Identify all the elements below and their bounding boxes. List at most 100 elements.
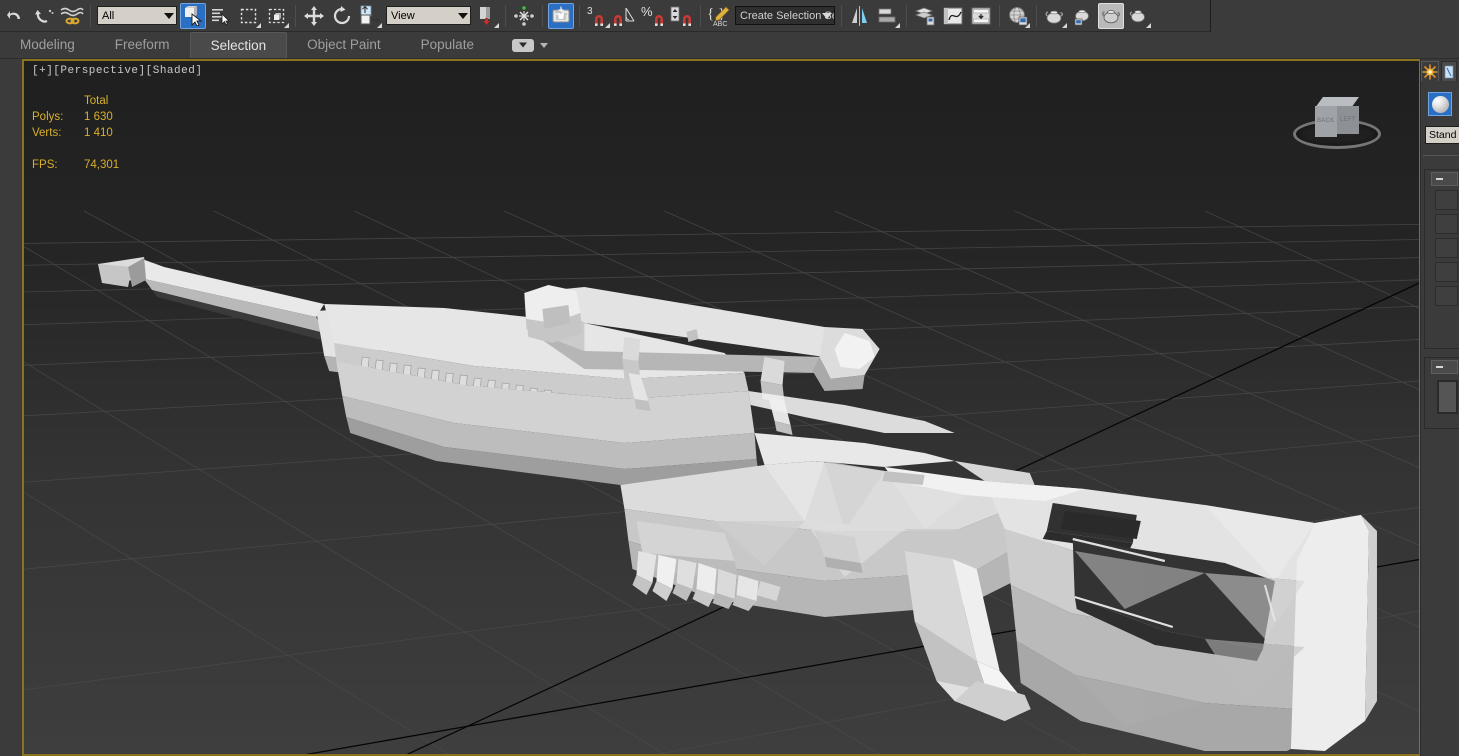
geometry-sphere-button[interactable] bbox=[1428, 92, 1452, 116]
name-field[interactable] bbox=[1437, 380, 1458, 414]
view-cube[interactable]: BACK LEFT bbox=[1289, 91, 1385, 163]
select-and-rotate-button[interactable] bbox=[329, 3, 355, 29]
view-cube-body[interactable]: BACK LEFT bbox=[1315, 97, 1359, 137]
name-and-color-rollout-header[interactable] bbox=[1431, 360, 1458, 374]
chevron-down-icon bbox=[458, 12, 468, 19]
curve-editor-button[interactable] bbox=[940, 3, 966, 29]
modify-tab[interactable] bbox=[1441, 61, 1457, 81]
rectangle-marquee-icon bbox=[240, 8, 257, 23]
tab-object-paint[interactable]: Object Paint bbox=[287, 32, 401, 58]
snaps-toggle-button[interactable]: 3 bbox=[585, 3, 611, 29]
tab-modeling[interactable]: Modeling bbox=[0, 32, 95, 58]
align-button[interactable] bbox=[875, 3, 901, 29]
undo-arrow-icon bbox=[7, 10, 20, 19]
view-cube-left-label: LEFT bbox=[1340, 117, 1356, 123]
stats-fps-label: FPS: bbox=[32, 159, 58, 171]
viewport-canvas[interactable]: [+][Perspective][Shaded] Total Polys: 1 … bbox=[24, 61, 1419, 754]
render-production-button[interactable] bbox=[1098, 2, 1124, 29]
tab-freeform[interactable]: Freeform bbox=[95, 32, 190, 58]
select-and-move-button[interactable] bbox=[301, 3, 327, 29]
reference-coordinate-system-combo[interactable]: View bbox=[386, 6, 471, 25]
collapse-minus-icon[interactable] bbox=[1436, 366, 1443, 368]
object-type-button-4[interactable] bbox=[1435, 262, 1458, 282]
toolbar-separator bbox=[579, 4, 580, 27]
ribbon-minimize-icon[interactable] bbox=[511, 38, 534, 52]
move-arrows-icon bbox=[304, 5, 324, 26]
select-cursor-icon bbox=[185, 5, 203, 26]
material-editor-button[interactable] bbox=[1005, 3, 1031, 29]
chevron-down-icon bbox=[164, 12, 174, 19]
layer-manager-button[interactable] bbox=[912, 3, 938, 29]
name-and-color-rollout[interactable] bbox=[1424, 357, 1459, 429]
folder-bulb-icon bbox=[552, 6, 570, 22]
tab-selection[interactable]: Selection bbox=[189, 32, 288, 58]
rendered-frame-window-button[interactable] bbox=[1070, 3, 1096, 29]
active-viewport[interactable]: [+][Perspective][Shaded] Total Polys: 1 … bbox=[22, 59, 1420, 756]
object-type-button-1[interactable] bbox=[1435, 190, 1458, 210]
selection-filter-combo[interactable]: All bbox=[97, 6, 177, 25]
viewport-label[interactable]: [+][Perspective][Shaded] bbox=[32, 65, 202, 77]
render-iterative-button[interactable] bbox=[1126, 3, 1152, 29]
named-selection-abc-icon: { } ABC bbox=[707, 6, 730, 27]
redo-button[interactable] bbox=[31, 3, 57, 29]
object-category-dropdown[interactable]: Stand bbox=[1425, 126, 1459, 144]
application-window: All View 3 % {ABC Create Selection Se M… bbox=[0, 0, 1459, 756]
rectangular-selection-region-button[interactable] bbox=[236, 3, 262, 29]
create-star-icon bbox=[1422, 64, 1438, 79]
window-crossing-icon bbox=[268, 8, 285, 23]
stats-fps-value: 74,301 bbox=[84, 159, 120, 171]
spinner-snap-toggle[interactable] bbox=[669, 3, 695, 29]
render-setup-button[interactable] bbox=[1042, 3, 1068, 29]
spinner-snap-magnet-icon bbox=[670, 6, 691, 26]
view-cube-left-face[interactable]: LEFT bbox=[1337, 106, 1359, 134]
schematic-view-button[interactable] bbox=[968, 3, 994, 29]
undo-button[interactable] bbox=[3, 3, 29, 29]
toolbar-separator bbox=[1036, 4, 1037, 27]
toolbar-separator bbox=[505, 4, 506, 27]
object-type-rollout-header[interactable] bbox=[1431, 172, 1458, 186]
object-type-button-3[interactable] bbox=[1435, 238, 1458, 258]
command-panel-divider bbox=[1423, 155, 1458, 156]
tab-populate[interactable]: Populate bbox=[401, 32, 494, 58]
select-by-name-button[interactable] bbox=[208, 3, 234, 29]
object-type-button-2[interactable] bbox=[1435, 214, 1458, 234]
stats-verts-value: 1 410 bbox=[84, 127, 113, 139]
low-poly-sniper-rifle-model[interactable] bbox=[24, 61, 1419, 754]
viewport-statistics: Total Polys: 1 630 Verts: 1 410 FPS: 74,… bbox=[32, 93, 125, 173]
teapot-iterative-icon bbox=[1129, 9, 1145, 22]
svg-text:ABC: ABC bbox=[713, 21, 727, 27]
named-selection-sets-combo[interactable]: Create Selection Se bbox=[735, 6, 835, 25]
named-selection-value: Create Selection Se bbox=[740, 9, 835, 22]
curve-editor-icon bbox=[943, 7, 963, 24]
toolbar-separator bbox=[906, 4, 907, 27]
collapse-minus-icon[interactable] bbox=[1436, 178, 1443, 180]
modify-icon bbox=[1444, 65, 1454, 78]
ribbon-tab-bar: Modeling Freeform Selection Object Paint… bbox=[0, 32, 1459, 59]
svg-text:%: % bbox=[641, 5, 653, 19]
percent-snap-toggle[interactable]: % bbox=[641, 3, 667, 29]
viewport-left-gutter bbox=[0, 59, 22, 756]
use-selection-center-button[interactable] bbox=[511, 3, 537, 29]
toolbar-separator bbox=[295, 4, 296, 27]
mirror-button[interactable] bbox=[847, 3, 873, 29]
angle-snap-toggle[interactable] bbox=[613, 3, 639, 29]
command-panel: Stand bbox=[1420, 59, 1459, 756]
select-by-name-icon bbox=[212, 8, 230, 25]
toolbar-separator bbox=[542, 4, 543, 27]
use-pivot-point-center-button[interactable] bbox=[474, 3, 500, 29]
chevron-down-icon[interactable] bbox=[539, 42, 548, 48]
sphere-icon bbox=[1431, 95, 1449, 113]
toolbar-separator bbox=[841, 4, 842, 27]
toggle-scene-explorer-button[interactable] bbox=[548, 2, 574, 29]
edit-named-selection-sets-button[interactable]: { } ABC bbox=[706, 3, 732, 29]
view-cube-back-face[interactable]: BACK bbox=[1315, 106, 1337, 137]
select-object-button[interactable] bbox=[180, 2, 206, 29]
command-panel-tabs bbox=[1421, 59, 1459, 81]
object-type-rollout[interactable] bbox=[1424, 169, 1459, 349]
window-crossing-toggle[interactable] bbox=[264, 3, 290, 29]
redo-arrow-icon bbox=[35, 9, 54, 23]
select-and-scale-button[interactable] bbox=[357, 3, 383, 29]
bind-to-space-warp-button[interactable] bbox=[59, 3, 85, 29]
create-tab[interactable] bbox=[1421, 61, 1439, 81]
object-type-button-5[interactable] bbox=[1435, 286, 1458, 306]
